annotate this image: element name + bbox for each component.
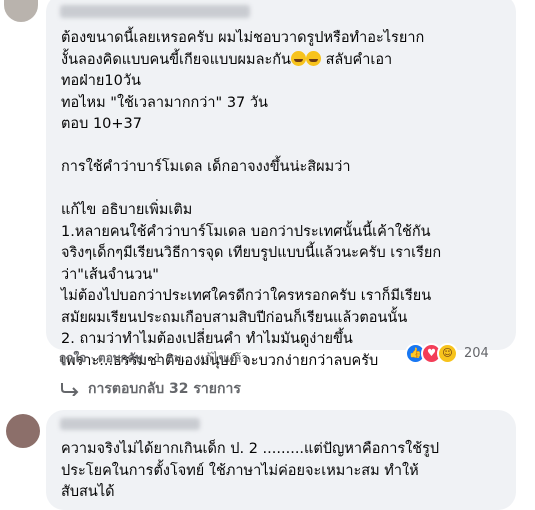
comment-text: ต้องขนาดนี้เลยเหรอครับ ผมไม่ชอบวาดรูปหรื… [61, 28, 511, 372]
comment-line: แก้ไข อธิบายเพิ่มเติม [61, 202, 193, 218]
edited-label[interactable]: แก้ไขแล้ว [197, 351, 248, 365]
comment-line: งั้นลองคิดแบบคนขี้เกียจแบบผมละกัน สลับคำ… [61, 50, 511, 72]
comment-author-name-blurred[interactable] [60, 418, 200, 430]
comment-time[interactable]: 1 ชม. [154, 351, 185, 365]
comment-line: ไม่ต้องไปบอกว่าประเทศใครดีกว่าใครหรอกครั… [61, 288, 432, 304]
comment-line: ว่า"เส้นจำนวน" [61, 266, 159, 283]
like-button[interactable]: ถูกใจ [59, 351, 86, 365]
comment-line-text: งั้นลองคิดแบบคนขี้เกียจแบบผมละกัน [61, 51, 291, 68]
comment-line: สมัยผมเรียนประถมเกือบสามสิบปีก่อนก็เรียน… [61, 309, 408, 326]
comment-line: ​ [61, 179, 511, 201]
separator-dot: · [189, 351, 194, 365]
comment-line: ความจริงไม่ได้ยากเกินเด็ก ป. 2 .........… [61, 441, 440, 457]
comment-line: ประโยคในการตั้งโจทย์ ใช้ภาษาไม่ค่อยจะเหม… [61, 462, 419, 479]
view-replies-button[interactable]: การตอบกลับ 32 รายการ [60, 378, 241, 400]
comment-line-suffix: สลับคำเอา [320, 51, 393, 68]
replies-label: การตอบกลับ 32 รายการ [88, 381, 241, 397]
comment-line: ​ [61, 136, 511, 158]
reply-arrow-icon [61, 383, 79, 396]
reaction-count: 204 [464, 345, 489, 361]
reply-button[interactable]: ตอบกลับ [98, 351, 143, 365]
comment-line: 1.หลายคนใช้คำว่าบาร์โมเดล บอกว่าประเทศนั… [61, 223, 431, 240]
separator-dot: · [146, 351, 151, 365]
comment-line: ทอฝ่าย10วัน [61, 73, 141, 89]
comment-line: จริงๆเด็กๆมีเรียนวิธีการจุด เทียบรูปแบบน… [61, 245, 442, 261]
comment-author-name-blurred[interactable] [60, 5, 250, 18]
haha-reaction-icon: ☺ [437, 342, 458, 364]
reactions-summary[interactable]: 👍 ♥ ☺ 204 [405, 342, 489, 364]
separator-dot: · [90, 351, 95, 365]
comment-line: การใช้คำว่าบาร์โมเดล เด็กอาจงงขึ้นน่ะสิผ… [61, 159, 351, 175]
comment-line: ทอไหม "ใช้เวลามากกว่า" 37 วัน [61, 94, 268, 111]
comment-text: ความจริงไม่ได้ยากเกินเด็ก ป. 2 .........… [61, 439, 511, 504]
laughing-emoji-icon [305, 50, 321, 66]
laughing-emoji-icon [290, 50, 306, 66]
comment-line: ต้องขนาดนี้เลยเหรอครับ ผมไม่ชอบวาดรูปหรื… [61, 30, 425, 46]
comment-line: สับสนได้ [61, 484, 115, 500]
commenter-avatar[interactable] [4, 0, 38, 22]
commenter-avatar[interactable] [6, 414, 40, 448]
comment-actions: ถูกใจ · ตอบกลับ · 1 ชม. · แก้ไขแล้ว [59, 349, 248, 368]
comment-line: ตอบ 10+37 [61, 116, 142, 132]
